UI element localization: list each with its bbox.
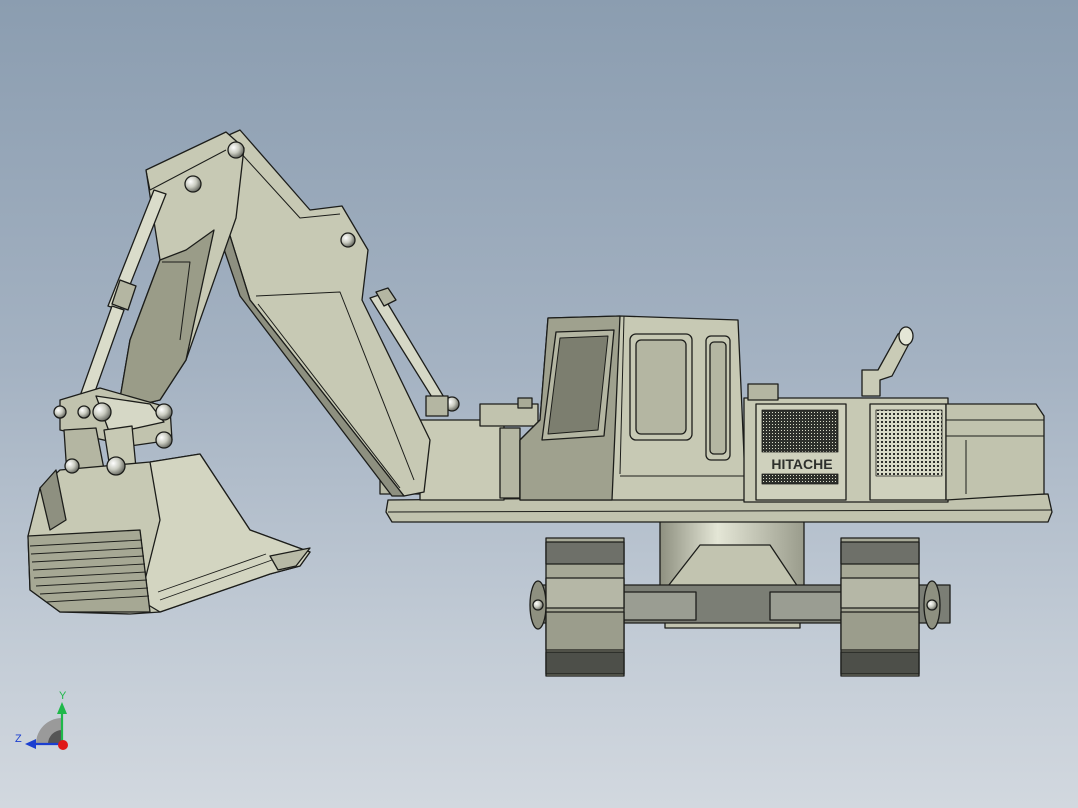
brand-decal: HITACHE [771, 456, 832, 472]
operator-cab [519, 315, 747, 501]
undercarriage [529, 519, 951, 677]
z-axis-arrow [25, 739, 36, 749]
z-axis-label: Z [15, 733, 22, 745]
x-axis-dot [58, 740, 68, 750]
boom [213, 129, 460, 497]
bucket [27, 453, 311, 615]
excavator-model[interactable]: HITACHE Y Z [0, 0, 1078, 808]
engine-housing [743, 326, 1045, 503]
arm [79, 131, 245, 411]
y-axis-arrow [57, 702, 67, 714]
axis-triad[interactable]: Y Z [15, 690, 68, 750]
y-axis-label: Y [59, 690, 67, 702]
cad-viewport[interactable]: HITACHE Y Z [0, 0, 1078, 808]
